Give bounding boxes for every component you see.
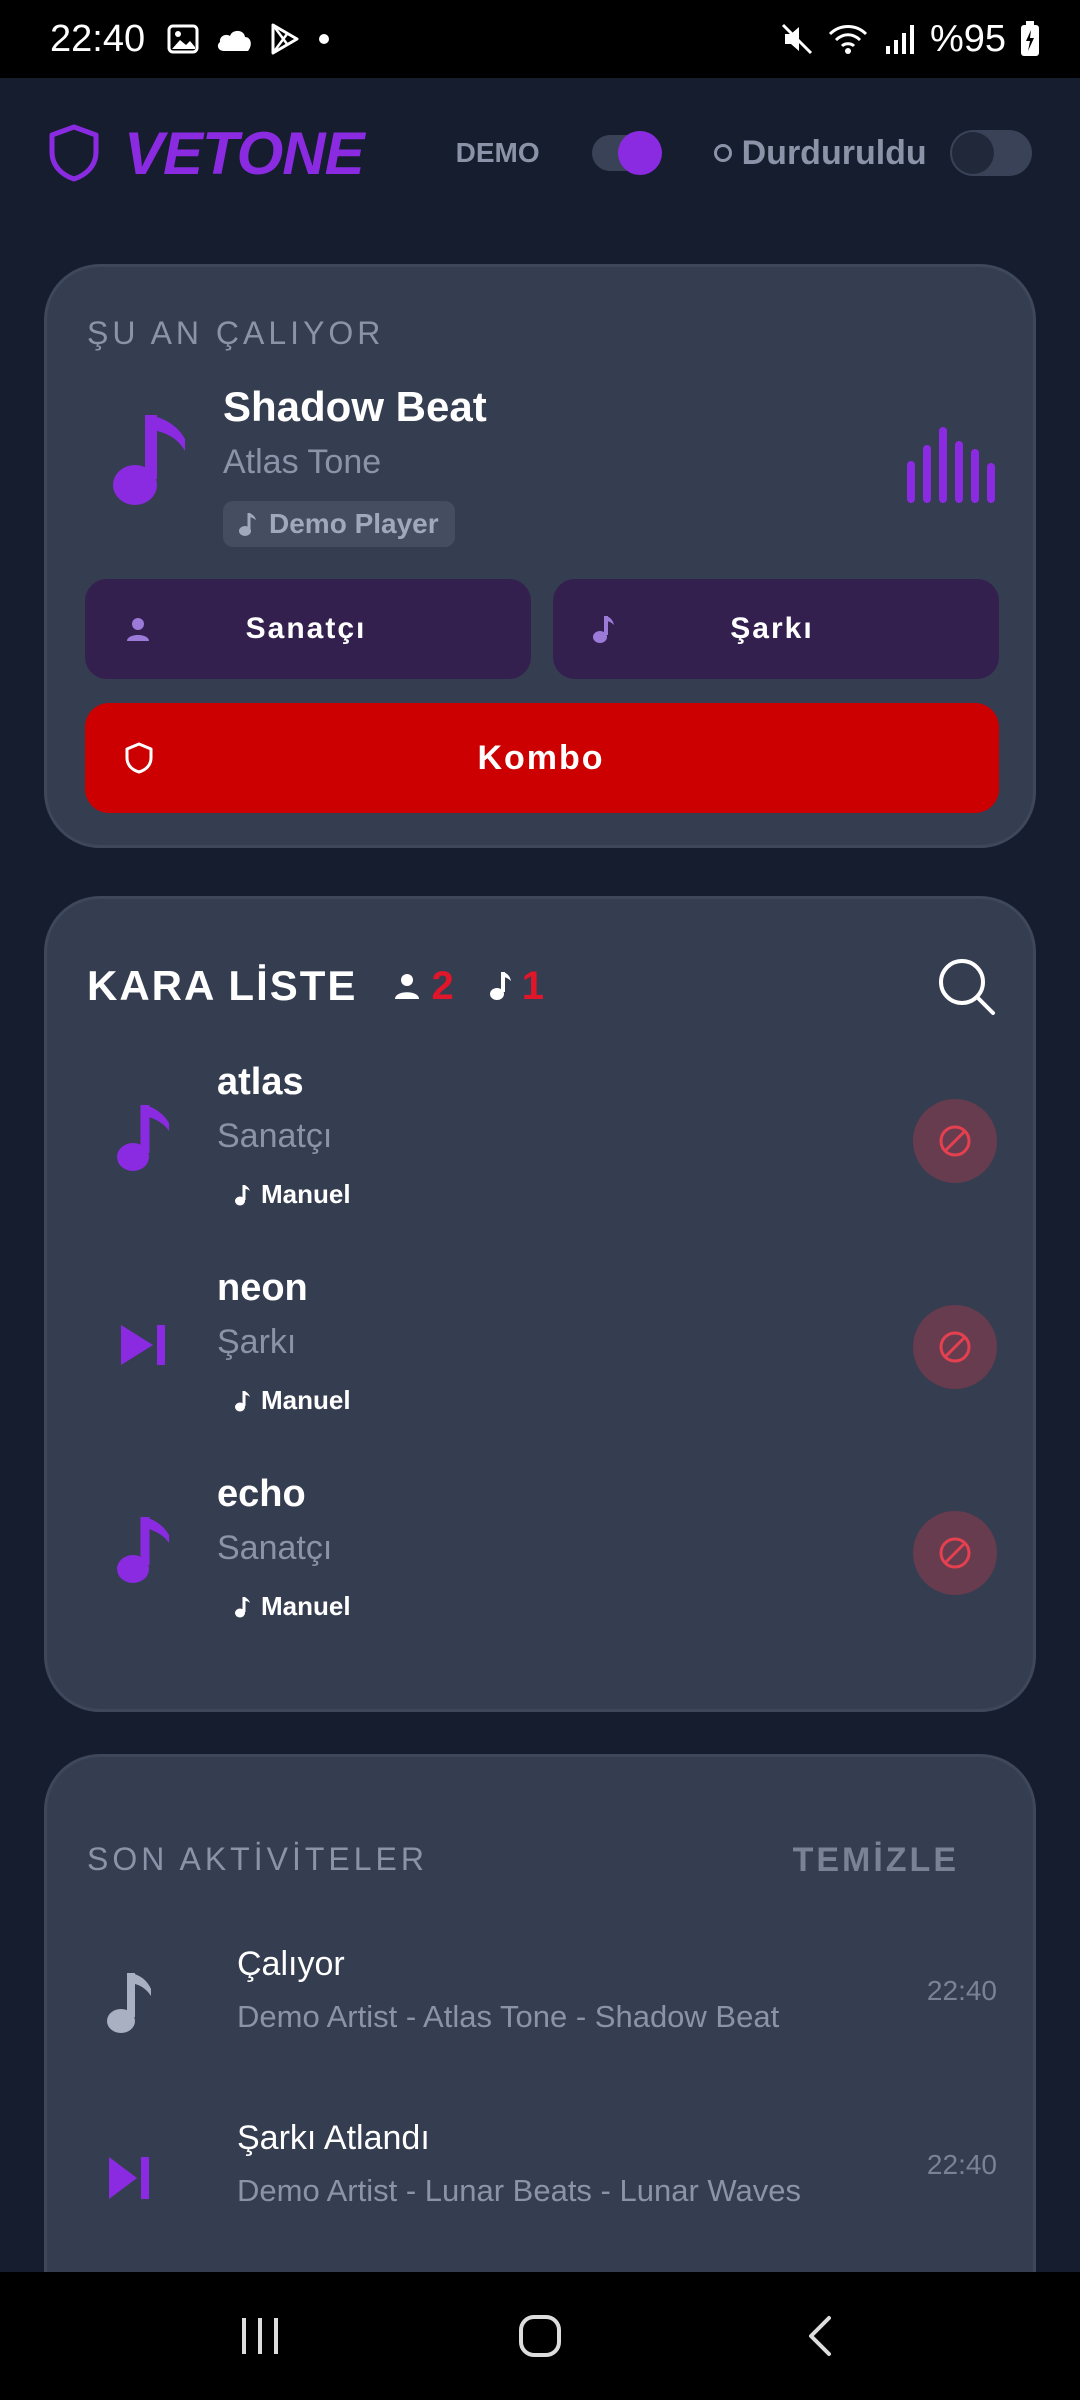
music-note-icon (107, 1973, 151, 2033)
block-icon (939, 1331, 971, 1363)
track-title: Shadow Beat (223, 383, 487, 430)
app-header: VETONE DEMO Durduruldu (0, 78, 1080, 228)
artist-count: 2 (393, 963, 454, 1009)
activity-title: Şarkı Atlandı (237, 2119, 430, 2157)
activity-desc: Demo Artist - Atlas Tone - Shadow Beat (237, 1999, 780, 2034)
system-nav-bar (0, 2272, 1080, 2400)
block-artist-button[interactable]: Sanatçı (85, 579, 531, 679)
source-label: Demo Player (269, 508, 439, 539)
demo-toggle[interactable] (591, 131, 662, 175)
dot-icon (319, 34, 330, 44)
block-combo-button[interactable]: Kombo (85, 703, 999, 813)
blacklist-item-type: Sanatçı (217, 1117, 333, 1155)
search-icon[interactable] (935, 955, 997, 1017)
play-store-icon (271, 23, 299, 55)
song-count: 1 (489, 963, 544, 1009)
activity-item: Çalıyor Demo Artist - Atlas Tone - Shado… (87, 1945, 997, 2055)
blacklist-item: atlas Sanatçı Manuel (87, 1061, 997, 1241)
music-note-icon (239, 513, 256, 536)
toggle-knob (617, 131, 662, 175)
back-icon (809, 2316, 831, 2356)
now-playing-label: ŞU AN ÇALIYOR (87, 315, 385, 351)
status-bar: 22:40 %95 (0, 0, 1080, 78)
skip-next-icon (109, 2157, 149, 2199)
toggle-knob (952, 132, 994, 174)
back-button[interactable] (780, 2306, 860, 2366)
block-combo-label: Kombo (477, 738, 605, 777)
activity-desc: Demo Artist - Lunar Beats - Lunar Waves (237, 2173, 801, 2208)
service-toggle[interactable] (950, 130, 1032, 176)
recents-icon (242, 2318, 278, 2354)
demo-label: DEMO (455, 137, 540, 168)
person-icon (395, 974, 420, 999)
equalizer-icon (907, 427, 995, 503)
image-icon (167, 24, 199, 54)
battery-percent: %95 (929, 17, 1006, 60)
blacklist-item-tag-label: Manuel (261, 1179, 351, 1209)
source-chip: Demo Player (223, 501, 455, 547)
music-note-icon (113, 415, 185, 505)
music-note-icon (117, 1517, 169, 1583)
home-icon (519, 2315, 561, 2357)
blacklist-item-tag-label: Manuel (261, 1591, 351, 1621)
service-status-text: Durduruldu (741, 133, 927, 172)
shield-icon (125, 742, 153, 774)
wifi-icon (828, 25, 867, 54)
skip-next-icon (121, 1325, 165, 1365)
activity-label: SON AKTİVİTELER (87, 1841, 428, 1877)
artist-count-value: 2 (431, 963, 454, 1008)
clear-button[interactable]: TEMİZLE (793, 1841, 959, 1880)
blacklist-card: KARA LİSTE 2 1 atlas Sanatçı Manuel neon… (44, 896, 1036, 1712)
music-note-icon (489, 972, 511, 1000)
blacklist-item-tag: Manuel (235, 1591, 351, 1622)
music-note-icon (235, 1390, 250, 1411)
block-icon (939, 1537, 971, 1569)
blacklist-item-type: Şarkı (217, 1323, 297, 1361)
blacklist-item-tag-label: Manuel (261, 1385, 351, 1415)
brand-title: VETONE (124, 119, 365, 187)
blacklist-item: echo Sanatçı Manuel (87, 1473, 997, 1653)
status-time: 22:40 (50, 17, 146, 60)
now-playing-card: ŞU AN ÇALIYOR Shadow Beat Atlas Tone Dem… (44, 264, 1036, 848)
unblock-button[interactable] (913, 1099, 997, 1183)
block-song-label: Şarkı (730, 612, 814, 645)
status-circle-icon (713, 144, 732, 162)
activity-time: 22:40 (926, 2149, 997, 2180)
home-button[interactable] (500, 2306, 580, 2366)
shield-logo-icon (49, 124, 99, 182)
block-icon (939, 1125, 971, 1157)
blacklist-item-tag: Manuel (235, 1385, 351, 1416)
blacklist-item-tag: Manuel (235, 1179, 351, 1210)
mute-icon (781, 23, 812, 55)
music-note-icon (593, 616, 614, 643)
music-note-icon (235, 1596, 250, 1617)
unblock-button[interactable] (913, 1511, 997, 1595)
blacklist-item-name: echo (217, 1473, 306, 1515)
blacklist-item-name: atlas (217, 1061, 304, 1103)
music-note-icon (235, 1184, 250, 1205)
unblock-button[interactable] (913, 1305, 997, 1389)
person-icon (127, 618, 149, 641)
recents-button[interactable] (220, 2306, 300, 2366)
song-count-value: 1 (521, 963, 544, 1008)
blacklist-item: neon Şarkı Manuel (87, 1267, 997, 1447)
cloud-icon (218, 30, 251, 51)
block-song-button[interactable]: Şarkı (553, 579, 999, 679)
activity-title: Çalıyor (237, 1945, 345, 1983)
activity-item: Şarkı Atlandı Demo Artist - Lunar Beats … (87, 2119, 997, 2229)
blacklist-item-type: Sanatçı (217, 1529, 333, 1567)
signal-icon (885, 25, 914, 54)
blacklist-title: KARA LİSTE (87, 962, 358, 1009)
activity-time: 22:40 (926, 1975, 997, 2006)
block-artist-label: Sanatçı (245, 612, 367, 645)
battery-icon (1021, 21, 1039, 56)
blacklist-item-name: neon (217, 1267, 308, 1309)
track-artist: Atlas Tone (223, 443, 382, 481)
music-note-icon (117, 1105, 169, 1171)
